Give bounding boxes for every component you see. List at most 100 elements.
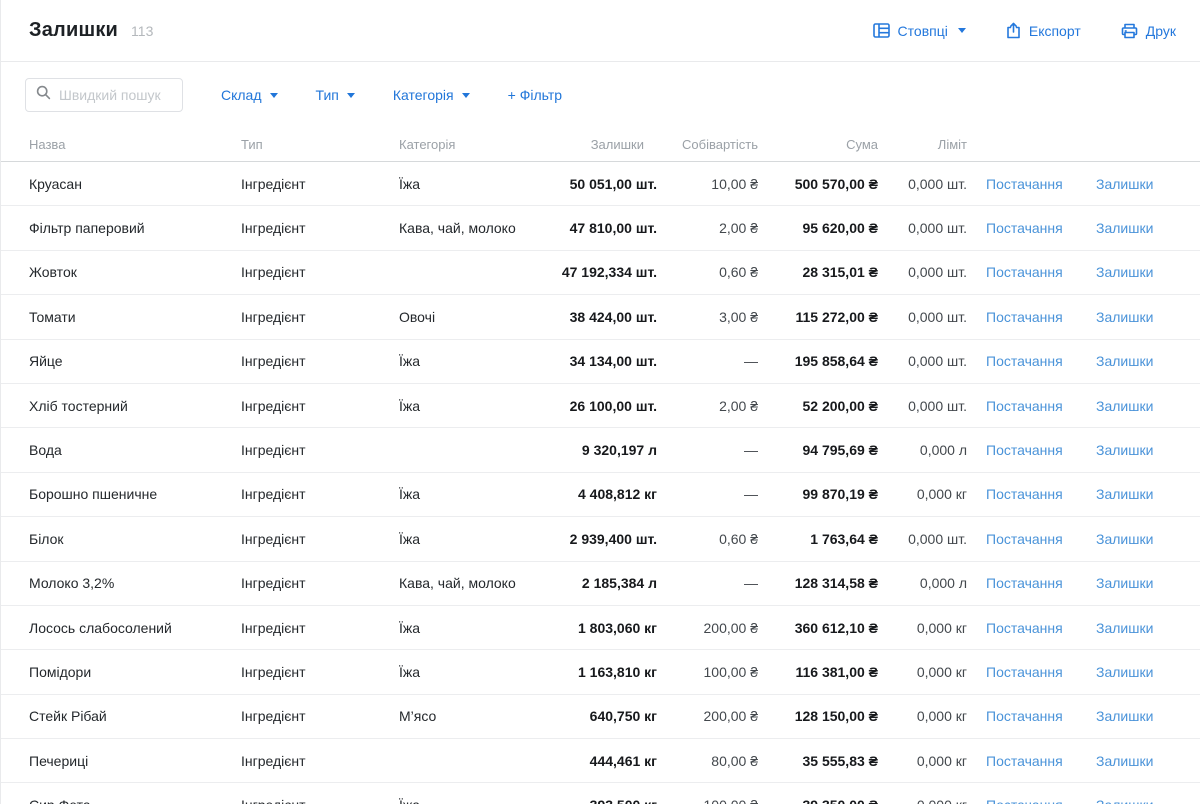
supply-link[interactable]: Постачання (986, 575, 1063, 591)
supply-link[interactable]: Постачання (986, 486, 1063, 502)
cell-limit: 0,000 шт. (878, 353, 967, 369)
header-sum: Сума (758, 137, 878, 152)
search-box[interactable] (25, 78, 183, 112)
export-button[interactable]: Експорт (1006, 22, 1081, 39)
search-input[interactable] (59, 87, 172, 103)
supply-link[interactable]: Постачання (986, 442, 1063, 458)
stock-link[interactable]: Залишки (1096, 309, 1153, 325)
table-row: Томати Інгредієнт Овочі 38 424,00 шт. 3,… (1, 295, 1200, 339)
cell-sum: 28 315,01 ₴ (758, 264, 878, 280)
print-button[interactable]: Друк (1121, 23, 1176, 39)
cell-sum: 116 381,00 ₴ (758, 664, 878, 680)
supply-link[interactable]: Постачання (986, 708, 1063, 724)
item-count-badge: 113 (131, 23, 153, 39)
cell-name: Молоко 3,2% (29, 575, 241, 591)
cell-type: Інгредієнт (241, 486, 399, 502)
supply-link[interactable]: Постачання (986, 664, 1063, 680)
cell-sum: 128 314,58 ₴ (758, 575, 878, 591)
stock-link[interactable]: Залишки (1096, 398, 1153, 414)
stock-link[interactable]: Залишки (1096, 620, 1153, 636)
columns-button[interactable]: Стовпці (873, 23, 966, 39)
supply-link[interactable]: Постачання (986, 797, 1063, 804)
cell-cost: 2,00 ₴ (657, 220, 758, 236)
cell-type: Інгредієнт (241, 398, 399, 414)
supply-link[interactable]: Постачання (986, 620, 1063, 636)
stock-link[interactable]: Залишки (1096, 220, 1153, 236)
cell-type: Інгредієнт (241, 309, 399, 325)
supply-link[interactable]: Постачання (986, 264, 1063, 280)
stock-link[interactable]: Залишки (1096, 797, 1153, 804)
supply-link[interactable]: Постачання (986, 753, 1063, 769)
stock-link[interactable]: Залишки (1096, 353, 1153, 369)
cell-stock: 1 803,060 кг (541, 620, 657, 636)
cell-limit: 0,000 л (878, 442, 967, 458)
stock-link[interactable]: Залишки (1096, 708, 1153, 724)
supply-link[interactable]: Постачання (986, 309, 1063, 325)
stock-link[interactable]: Залишки (1096, 531, 1153, 547)
supply-link[interactable]: Постачання (986, 353, 1063, 369)
table-row: Печериці Інгредієнт 444,461 кг 80,00 ₴ 3… (1, 739, 1200, 783)
stock-link[interactable]: Залишки (1096, 486, 1153, 502)
table-row: Сир Фета Інгредієнт Їжа 393,500 кг 100,0… (1, 783, 1200, 804)
cell-cost: 100,00 ₴ (657, 797, 758, 804)
cell-category: Їжа (399, 664, 541, 680)
cell-cost: 80,00 ₴ (657, 753, 758, 769)
cell-name: Стейк Рібай (29, 708, 241, 724)
cell-type: Інгредієнт (241, 220, 399, 236)
stock-link[interactable]: Залишки (1096, 575, 1153, 591)
cell-limit: 0,000 шт. (878, 531, 967, 547)
cell-stock: 34 134,00 шт. (541, 353, 657, 369)
cell-type: Інгредієнт (241, 708, 399, 724)
cell-category: Їжа (399, 797, 541, 804)
stock-link[interactable]: Залишки (1096, 264, 1153, 280)
cell-sum: 360 612,10 ₴ (758, 620, 878, 636)
cell-type: Інгредієнт (241, 353, 399, 369)
supply-link[interactable]: Постачання (986, 220, 1063, 236)
category-filter-label: Категорія (393, 87, 454, 103)
supply-link[interactable]: Постачання (986, 176, 1063, 192)
cell-sum: 35 555,83 ₴ (758, 753, 878, 769)
cell-type: Інгредієнт (241, 176, 399, 192)
cell-category: Овочі (399, 309, 541, 325)
header-category: Категорія (399, 137, 541, 152)
type-filter[interactable]: Тип (316, 87, 355, 103)
stock-link[interactable]: Залишки (1096, 442, 1153, 458)
cell-type: Інгредієнт (241, 531, 399, 547)
filter-bar: Склад Тип Категорія + Фільтр (1, 62, 1200, 128)
add-filter-label: + Фільтр (508, 87, 562, 103)
cell-stock: 2 185,384 л (541, 575, 657, 591)
cell-type: Інгредієнт (241, 797, 399, 804)
cell-sum: 95 620,00 ₴ (758, 220, 878, 236)
header-stock-sort[interactable]: Залишки (541, 137, 657, 152)
cell-cost: 0,60 ₴ (657, 531, 758, 547)
cell-name: Томати (29, 309, 241, 325)
table-header: Назва Тип Категорія Залишки Собівартість… (1, 128, 1200, 162)
cell-stock: 50 051,00 шт. (541, 176, 657, 192)
stock-link[interactable]: Залишки (1096, 664, 1153, 680)
warehouse-filter[interactable]: Склад (221, 87, 278, 103)
chevron-down-icon (347, 93, 355, 98)
cell-category: Їжа (399, 398, 541, 414)
cell-name: Білок (29, 531, 241, 547)
add-filter-button[interactable]: + Фільтр (508, 87, 562, 103)
category-filter[interactable]: Категорія (393, 87, 470, 103)
table-row: Круасан Інгредієнт Їжа 50 051,00 шт. 10,… (1, 162, 1200, 206)
supply-link[interactable]: Постачання (986, 398, 1063, 414)
table-row: Хліб тостерний Інгредієнт Їжа 26 100,00 … (1, 384, 1200, 428)
supply-link[interactable]: Постачання (986, 531, 1063, 547)
stock-link[interactable]: Залишки (1096, 176, 1153, 192)
cell-name: Сир Фета (29, 797, 241, 804)
cell-stock: 640,750 кг (541, 708, 657, 724)
cell-stock: 2 939,400 шт. (541, 531, 657, 547)
table-row: Лосось слабосолений Інгредієнт Їжа 1 803… (1, 606, 1200, 650)
page-title: Залишки (29, 19, 118, 42)
stock-link[interactable]: Залишки (1096, 753, 1153, 769)
cell-sum: 52 200,00 ₴ (758, 398, 878, 414)
cell-cost: — (657, 486, 758, 502)
cell-cost: 200,00 ₴ (657, 620, 758, 636)
cell-stock: 38 424,00 шт. (541, 309, 657, 325)
columns-button-label: Стовпці (898, 23, 948, 39)
cell-sum: 500 570,00 ₴ (758, 176, 878, 192)
header-name: Назва (29, 137, 241, 152)
cell-category: Кава, чай, молоко (399, 220, 541, 236)
